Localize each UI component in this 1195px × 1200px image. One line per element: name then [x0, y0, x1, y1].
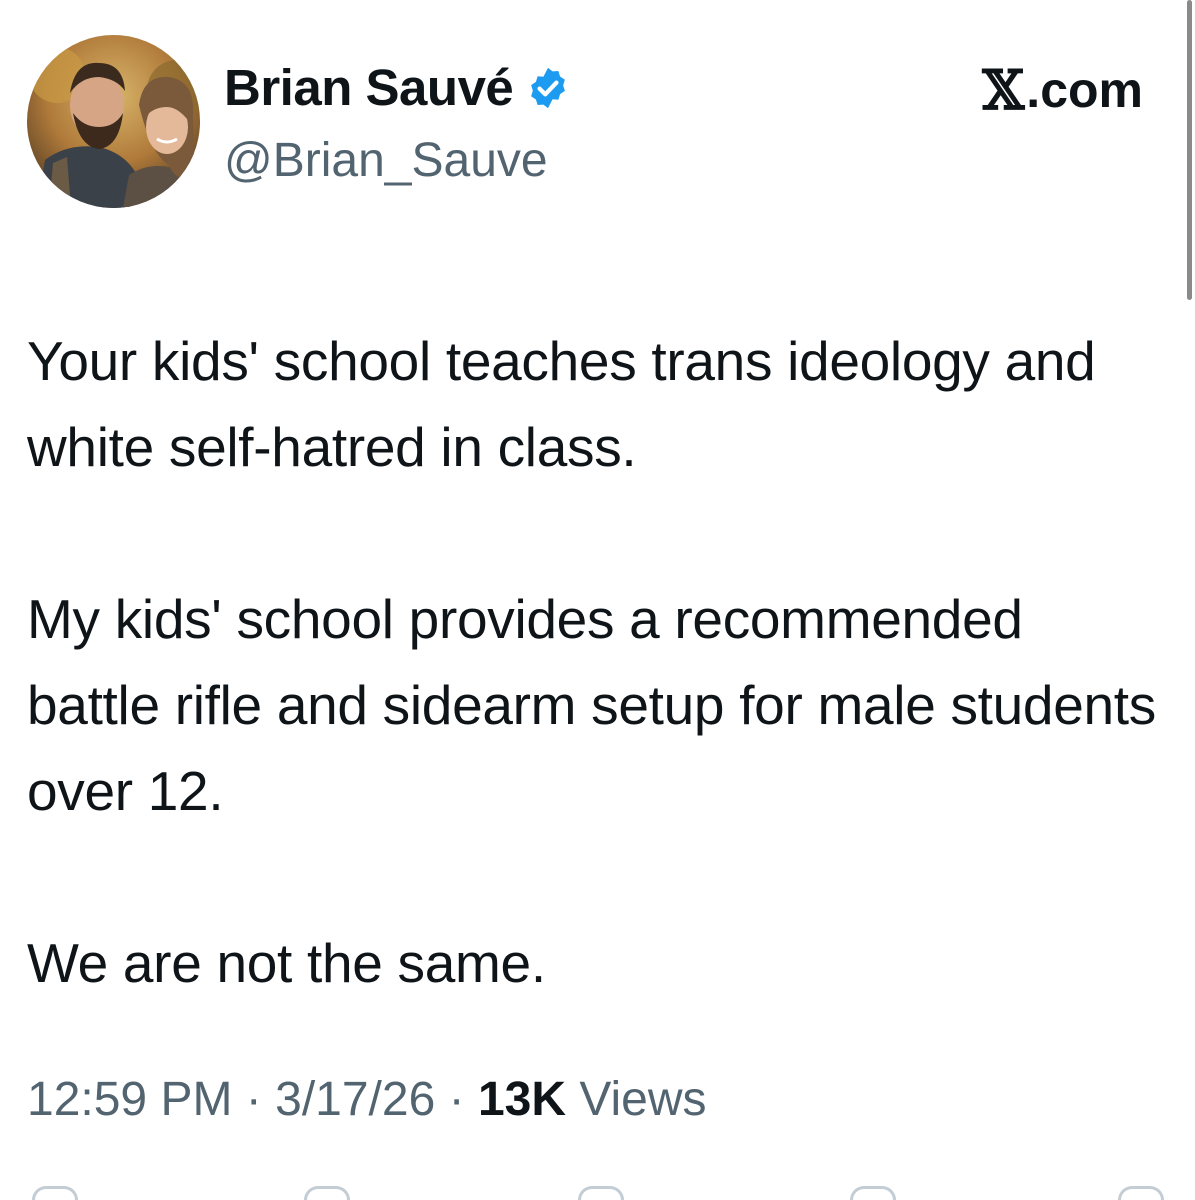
- tweet-text: Your kids' school teaches trans ideology…: [27, 318, 1157, 1006]
- display-name-text: Brian Sauvé: [224, 59, 514, 116]
- verified-badge-icon[interactable]: [525, 65, 571, 111]
- reply-icon[interactable]: [32, 1186, 78, 1200]
- avatar[interactable]: [27, 35, 200, 208]
- scroll-thumb[interactable]: [1187, 0, 1192, 300]
- repost-icon[interactable]: [304, 1186, 350, 1200]
- tweet-date[interactable]: 3/17/26: [275, 1073, 435, 1126]
- tweet-meta: 12:59 PM · 3/17/26 · 13K Views: [27, 1070, 707, 1130]
- tweet-time[interactable]: 12:59 PM: [27, 1073, 232, 1126]
- x-logo-icon: 𝕏: [982, 58, 1025, 122]
- brand-domain: .com: [1026, 62, 1143, 118]
- share-icon[interactable]: [1118, 1186, 1164, 1200]
- tweet-paragraph: We are not the same.: [27, 932, 546, 994]
- action-bar: [0, 1186, 1195, 1200]
- brand-logo[interactable]: 𝕏 .com: [982, 60, 1143, 120]
- tweet-paragraph: My kids' school provides a recommended b…: [27, 588, 1156, 822]
- scrollbar[interactable]: [1185, 0, 1195, 1200]
- views-label: Views: [579, 1073, 707, 1126]
- author-handle[interactable]: @Brian_Sauve: [224, 132, 548, 190]
- like-icon[interactable]: [578, 1186, 624, 1200]
- meta-separator: ·: [245, 1073, 262, 1126]
- profile-photo: [27, 35, 200, 208]
- author-display-name[interactable]: Brian Sauvé: [224, 58, 571, 118]
- tweet-paragraph: Your kids' school teaches trans ideology…: [27, 330, 1096, 478]
- bookmark-icon[interactable]: [850, 1186, 896, 1200]
- meta-separator: ·: [448, 1073, 465, 1126]
- views-count: 13K: [477, 1073, 567, 1126]
